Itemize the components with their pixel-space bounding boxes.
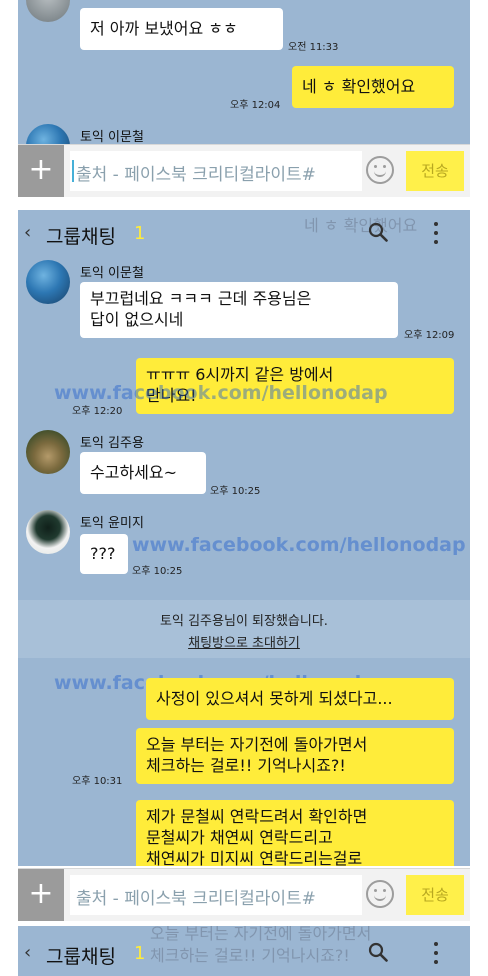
message-bubble[interactable]: 오늘 부터는 자기전에 돌아가면서 체크하는 걸로!! 기억나시죠?! bbox=[136, 728, 454, 784]
message-input-bar: + 출처 - 페이스북 크리티컬라이트# 전송 bbox=[18, 868, 470, 921]
send-button[interactable]: 전송 bbox=[406, 875, 464, 915]
message-time: 오후 10:25 bbox=[210, 486, 261, 497]
message-line: 채연씨가 미지씨 연락드리는걸로 bbox=[146, 849, 363, 866]
avatar[interactable] bbox=[26, 430, 70, 474]
watermark: www.facebook.com/hellonodap bbox=[54, 382, 388, 404]
watermark: www.facebook.com/hellonodap bbox=[132, 534, 466, 556]
emoticon-icon[interactable] bbox=[366, 156, 394, 184]
message-line: 답이 없으시네 bbox=[90, 310, 184, 329]
emoticon-icon[interactable] bbox=[366, 880, 394, 908]
avatar[interactable] bbox=[26, 260, 70, 304]
message-bubble[interactable]: 부끄럽네요 ㅋㅋㅋ 근데 주용님은 답이 없으시네 bbox=[80, 282, 398, 338]
message-bubble[interactable]: 네 ㅎ 확인했어요 bbox=[292, 66, 454, 108]
message-bubble[interactable]: 저 아까 보냈어요 ㅎㅎ bbox=[80, 8, 283, 50]
more-menu-icon[interactable] bbox=[434, 942, 438, 964]
message-time: 오전 11:33 bbox=[288, 42, 339, 53]
overlap-ghost-text: 체크하는 걸로!! 기억나시죠?! bbox=[150, 946, 350, 965]
chat-title: 그룹채팅 bbox=[46, 226, 116, 248]
text-cursor bbox=[72, 160, 74, 182]
invite-link[interactable]: 채팅방으로 초대하기 bbox=[18, 632, 470, 651]
member-count: 1 bbox=[134, 223, 146, 244]
plus-icon[interactable]: + bbox=[18, 869, 64, 921]
back-icon[interactable]: ‹ bbox=[24, 222, 31, 243]
message-time: 오후 10:25 bbox=[132, 566, 183, 577]
message-time: 오후 12:20 bbox=[72, 406, 123, 417]
back-icon[interactable]: ‹ bbox=[24, 942, 31, 963]
chat-title: 그룹채팅 bbox=[46, 946, 116, 968]
message-time: 오후 12:04 bbox=[230, 100, 281, 111]
search-icon[interactable] bbox=[368, 942, 388, 962]
avatar[interactable] bbox=[26, 510, 70, 554]
sender-name: 토익 윤미지 bbox=[80, 516, 144, 531]
input-text: 출처 - 페이스북 크리티컬라이트# bbox=[76, 165, 316, 185]
message-time: 오후 12:09 bbox=[404, 330, 455, 341]
message-input-bar: + 출처 - 페이스북 크리티컬라이트# 전송 bbox=[18, 144, 470, 197]
sender-name: 토익 이문철 bbox=[80, 266, 144, 281]
search-icon[interactable] bbox=[368, 222, 388, 242]
plus-icon[interactable]: + bbox=[18, 145, 64, 197]
sender-name: 토익 이문철 bbox=[80, 130, 144, 145]
message-bubble[interactable]: 제가 문철씨 연락드려서 확인하면 문철씨가 채연씨 연락드리고 채연씨가 미지… bbox=[136, 800, 454, 866]
message-line: 오늘 부터는 자기전에 돌아가면서 bbox=[146, 735, 368, 754]
message-line: 문철씨가 채연씨 연락드리고 bbox=[146, 828, 333, 847]
member-count: 1 bbox=[134, 943, 146, 964]
chat-panel-bottom: 오늘 부터는 자기전에 돌아가면서 체크하는 걸로!! 기억나시죠?! ‹ 그룹… bbox=[18, 926, 470, 976]
message-input[interactable]: 출처 - 페이스북 크리티컬라이트# bbox=[70, 151, 362, 191]
message-line: 체크하는 걸로!! 기억나시죠?! bbox=[146, 756, 346, 775]
sender-name: 토익 김주용 bbox=[80, 436, 144, 451]
more-menu-icon[interactable] bbox=[434, 222, 438, 244]
message-line: 제가 문철씨 연락드려서 확인하면 bbox=[146, 807, 368, 826]
message-time: 오후 10:31 bbox=[72, 776, 123, 787]
input-text: 출처 - 페이스북 크리티컬라이트# bbox=[76, 889, 316, 909]
send-button[interactable]: 전송 bbox=[406, 151, 464, 191]
system-notice: 토익 김주용님이 퇴장했습니다. 채팅방으로 초대하기 bbox=[18, 600, 470, 658]
chat-header: ‹ 그룹채팅 1 bbox=[18, 210, 470, 258]
message-line: 부끄럽네요 ㅋㅋㅋ 근데 주용님은 bbox=[90, 289, 312, 308]
message-bubble[interactable]: 사정이 있으셔서 못하게 되셨다고... bbox=[146, 678, 454, 720]
message-bubble[interactable]: 수고하세요~ bbox=[80, 452, 206, 494]
system-message: 토익 김주용님이 퇴장했습니다. bbox=[160, 614, 328, 629]
avatar[interactable] bbox=[26, 0, 70, 22]
chat-panel-main: 네 ㅎ 확인했어요 ‹ 그룹채팅 1 토익 이문철 부끄럽네요 ㅋㅋㅋ 근데 주… bbox=[18, 210, 470, 866]
message-input[interactable]: 출처 - 페이스북 크리티컬라이트# bbox=[70, 875, 362, 915]
message-bubble[interactable]: ??? bbox=[80, 534, 128, 574]
